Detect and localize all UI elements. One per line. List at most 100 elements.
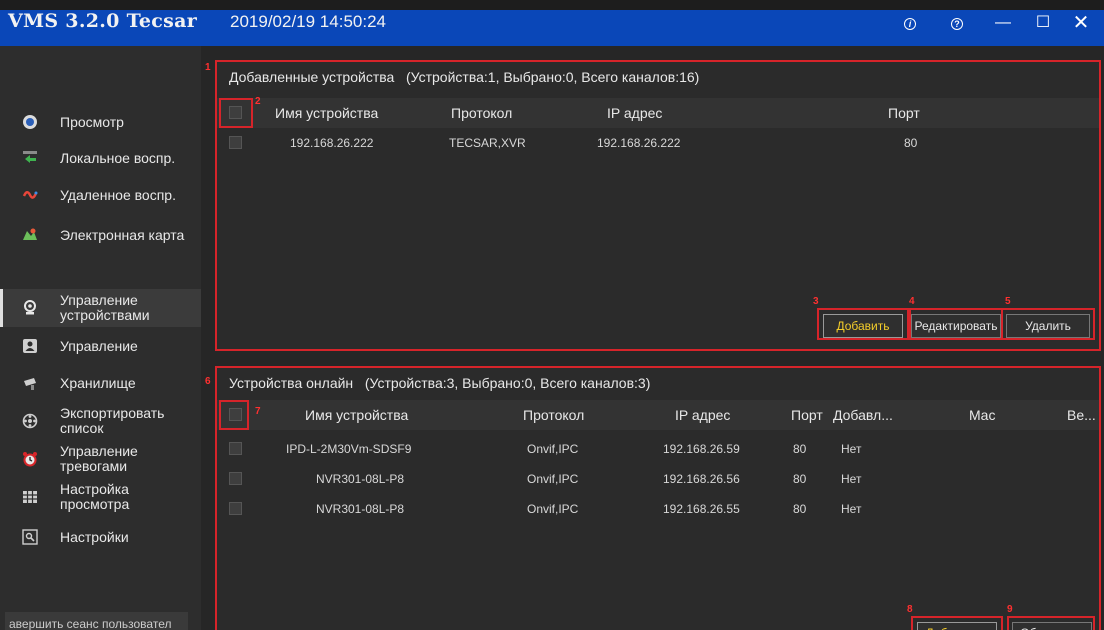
sidebar-item-label: Настройки [60,528,129,545]
table-header: Имя устройства Протокол IP адрес Порт До… [217,400,1099,430]
device-added: Нет [841,472,862,486]
user-management-icon [20,336,40,356]
device-protocol: Onvif,IPC [527,472,579,486]
table-row[interactable]: NVR301-08L-P8 Onvif,IPC 192.168.26.55 80… [217,494,1099,524]
settings-icon [20,527,40,547]
sidebar-item-device-management[interactable]: Управление устройствами [0,289,201,327]
select-all-highlight [219,98,253,128]
map-icon [20,225,40,245]
column-header[interactable]: IP адрес [675,400,730,430]
column-header[interactable]: Протокол [523,400,584,430]
sidebar-item-label: Просмотр [60,113,124,130]
alarm-clock-icon [20,449,40,469]
remote-playback-icon [20,185,40,205]
annotation-badge: 1 [205,62,211,73]
column-header[interactable]: Добавл... [833,400,893,430]
column-header[interactable]: Порт [888,98,920,128]
edit-device-button[interactable]: Редактировать [911,314,1001,338]
sidebar: Просмотр Локальное воспр. Удаленное восп… [0,46,201,630]
table-row[interactable]: 192.168.26.222 TECSAR,XVR 192.168.26.222… [217,128,1099,158]
column-header[interactable]: Ве... [1067,400,1096,430]
added-devices-header: Добавленные устройства (Устройства:1, Вы… [217,62,1099,92]
sidebar-item-local-playback[interactable]: Локальное воспр. [0,139,201,177]
sidebar-item-emap[interactable]: Электронная карта [0,216,201,254]
datetime: 2019/02/19 14:50:24 [230,12,386,31]
annotation-badge: 5 [1005,296,1011,307]
logout-button[interactable]: авершить сеанс пользовател [5,612,188,630]
column-header[interactable]: Mac [969,400,995,430]
minimize-button[interactable]: — [990,11,1016,35]
annotation-badge: 7 [255,406,261,417]
local-playback-icon [20,148,40,168]
row-checkbox[interactable] [229,136,242,149]
sidebar-item-alarm-management[interactable]: Управление тревогами [0,440,201,478]
device-protocol: Onvif,IPC [527,442,579,456]
device-added: Нет [841,502,862,516]
title-bar: VMS 3.2.0 Tecsar 2019/02/19 14:50:24 i ?… [0,0,1104,46]
sidebar-item-label: Электронная карта [60,226,185,243]
main-content: 1 Добавленные устройства (Устройства:1, … [201,46,1104,630]
online-devices-header: Устройства онлайн (Устройства:3, Выбрано… [217,368,1099,398]
maximize-button[interactable]: ☐ [1030,11,1056,35]
sidebar-item-user-management[interactable]: Управление [0,327,201,365]
sidebar-item-view-setup[interactable]: Настройка просмотра [0,478,201,516]
device-name: 192.168.26.222 [290,136,374,150]
device-added: Нет [841,442,862,456]
device-ip: 192.168.26.56 [663,472,740,486]
sidebar-item-label: Управление [60,337,138,354]
column-header[interactable]: Порт [791,400,823,430]
panel-summary: (Устройства:3, Выбрано:0, Всего каналов:… [364,375,651,391]
grid-layout-icon [20,487,40,507]
device-ip: 192.168.26.59 [663,442,740,456]
online-devices-panel: Устройства онлайн (Устройства:3, Выбрано… [215,366,1101,630]
sidebar-item-label: Экспортировать список [60,405,165,436]
device-protocol: TECSAR,XVR [449,136,526,150]
device-protocol: Onvif,IPC [527,502,579,516]
delete-device-button[interactable]: Удалить [1006,314,1090,338]
device-name: IPD-L-2M30Vm-SDSF9 [286,442,412,456]
row-checkbox[interactable] [229,442,242,455]
annotation-badge: 3 [813,296,819,307]
annotation-badge: 9 [1007,604,1013,615]
sidebar-item-label: Хранилище [60,374,136,391]
sidebar-item-label: Настройка просмотра [60,481,130,512]
sidebar-item-label: Локальное воспр. [60,149,176,166]
sidebar-item-storage[interactable]: Хранилище [0,364,201,402]
sidebar-item-live-view[interactable]: Просмотр [0,103,201,141]
device-port: 80 [904,136,918,150]
refresh-dropdown-button[interactable]: Обновить ▾ [1012,622,1092,630]
sidebar-item-export[interactable]: Экспортировать список [0,402,201,440]
row-checkbox[interactable] [229,502,242,515]
device-ip: 192.168.26.222 [597,136,681,150]
row-checkbox[interactable] [229,472,242,485]
export-icon [20,411,40,431]
device-port: 80 [793,502,807,516]
column-header[interactable]: IP адрес [607,98,662,128]
annotation-badge: 2 [255,96,261,107]
device-management-icon [20,298,40,318]
help-circle-icon[interactable]: ? [944,11,970,35]
info-circle-icon[interactable]: i [897,11,923,35]
add-to-button[interactable]: Добавить в [917,622,997,630]
panel-summary: (Устройства:1, Выбрано:0, Всего каналов:… [405,69,700,85]
added-devices-panel: Добавленные устройства (Устройства:1, Вы… [215,60,1101,351]
sidebar-item-remote-playback[interactable]: Удаленное воспр. [0,176,201,214]
table-row[interactable]: NVR301-08L-P8 Onvif,IPC 192.168.26.56 80… [217,464,1099,494]
panel-title: Устройства онлайн [229,375,354,391]
close-button[interactable]: ✕ [1068,11,1094,35]
column-header[interactable]: Имя устройства [275,98,378,128]
select-all-highlight [219,400,249,430]
column-header[interactable]: Имя устройства [305,400,408,430]
device-name: NVR301-08L-P8 [316,472,405,486]
table-row[interactable]: IPD-L-2M30Vm-SDSF9 Onvif,IPC 192.168.26.… [217,434,1099,464]
device-port: 80 [793,472,807,486]
column-header[interactable]: Протокол [451,98,512,128]
device-name: NVR301-08L-P8 [316,502,405,516]
device-port: 80 [793,442,807,456]
device-ip: 192.168.26.55 [663,502,740,516]
annotation-badge: 4 [909,296,915,307]
add-device-button[interactable]: Добавить [823,314,903,338]
live-view-icon [20,112,40,132]
app-title: VMS 3.2.0 Tecsar [8,10,198,32]
sidebar-item-settings[interactable]: Настройки [0,518,201,556]
